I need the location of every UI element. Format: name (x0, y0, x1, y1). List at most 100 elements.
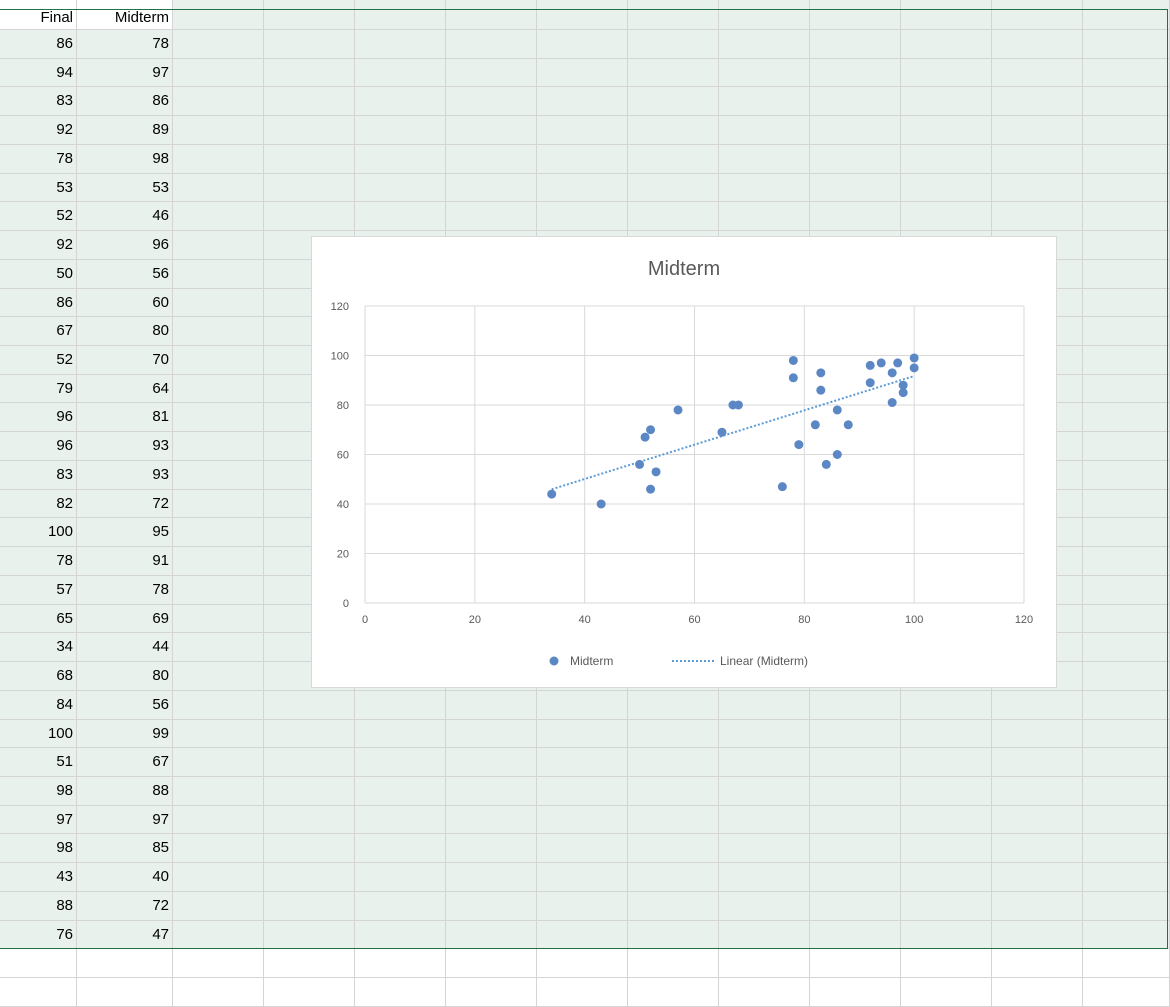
table-cell[interactable] (1083, 173, 1170, 203)
table-cell[interactable] (992, 173, 1083, 203)
table-cell[interactable] (446, 116, 537, 145)
table-cell[interactable] (355, 202, 446, 232)
empty-cell[interactable] (264, 949, 355, 979)
table-cell[interactable] (719, 891, 810, 921)
table-cell[interactable] (264, 87, 355, 117)
header-cell-empty[interactable] (992, 0, 1083, 30)
table-cell[interactable] (264, 58, 355, 88)
empty-cell[interactable] (173, 949, 264, 979)
table-cell[interactable] (355, 87, 446, 117)
table-cell[interactable] (992, 690, 1083, 720)
table-cell[interactable] (810, 719, 901, 749)
table-cell[interactable] (355, 891, 446, 921)
table-cell[interactable] (355, 30, 446, 59)
table-cell[interactable] (719, 87, 810, 117)
table-cell[interactable] (264, 116, 355, 145)
table-cell[interactable] (173, 805, 264, 835)
table-cell[interactable] (173, 489, 264, 519)
table-cell[interactable] (719, 690, 810, 720)
empty-cell[interactable] (77, 978, 173, 1007)
table-cell[interactable] (173, 116, 264, 145)
table-cell[interactable] (1083, 920, 1170, 950)
table-cell[interactable] (628, 748, 719, 777)
table-cell[interactable] (810, 920, 901, 950)
empty-cell[interactable] (719, 978, 810, 1007)
table-cell[interactable] (628, 690, 719, 720)
table-cell[interactable] (264, 834, 355, 864)
table-cell[interactable] (901, 748, 992, 777)
table-cell[interactable] (1083, 719, 1170, 749)
empty-cell[interactable] (628, 978, 719, 1007)
table-cell[interactable] (1083, 374, 1170, 404)
table-cell[interactable] (901, 891, 992, 921)
table-cell[interactable] (537, 805, 628, 835)
table-cell[interactable] (355, 719, 446, 749)
table-cell[interactable] (901, 144, 992, 174)
table-cell[interactable] (264, 144, 355, 174)
empty-cell[interactable] (264, 978, 355, 1007)
table-cell[interactable] (446, 690, 537, 720)
table-cell[interactable] (1083, 346, 1170, 375)
header-cell-empty[interactable] (719, 0, 810, 30)
table-cell[interactable] (264, 719, 355, 749)
table-cell[interactable] (992, 116, 1083, 145)
empty-cell[interactable] (537, 949, 628, 979)
table-cell[interactable] (264, 173, 355, 203)
table-cell[interactable] (1083, 317, 1170, 347)
table-cell[interactable] (628, 58, 719, 88)
table-cell[interactable] (628, 144, 719, 174)
table-cell[interactable] (1083, 288, 1170, 318)
table-cell[interactable] (810, 834, 901, 864)
empty-cell[interactable] (0, 949, 77, 979)
table-cell[interactable] (1083, 633, 1170, 663)
table-cell[interactable] (173, 87, 264, 117)
table-cell[interactable] (355, 748, 446, 777)
empty-cell[interactable] (1083, 978, 1170, 1007)
table-cell[interactable] (173, 144, 264, 174)
table-cell[interactable] (446, 834, 537, 864)
table-cell[interactable] (901, 58, 992, 88)
table-cell[interactable] (537, 863, 628, 892)
table-cell[interactable] (628, 805, 719, 835)
table-cell[interactable] (719, 144, 810, 174)
table-cell[interactable] (446, 87, 537, 117)
table-cell[interactable] (446, 920, 537, 950)
empty-cell[interactable] (628, 949, 719, 979)
table-cell[interactable] (446, 776, 537, 806)
table-cell[interactable] (992, 891, 1083, 921)
table-cell[interactable] (264, 748, 355, 777)
table-cell[interactable] (628, 87, 719, 117)
table-cell[interactable] (355, 116, 446, 145)
table-cell[interactable] (1083, 58, 1170, 88)
table-cell[interactable] (992, 920, 1083, 950)
header-cell-empty[interactable] (810, 0, 901, 30)
table-cell[interactable] (628, 30, 719, 59)
table-cell[interactable] (537, 116, 628, 145)
table-cell[interactable] (1083, 863, 1170, 892)
table-cell[interactable] (719, 58, 810, 88)
table-cell[interactable] (355, 173, 446, 203)
table-cell[interactable] (173, 317, 264, 347)
table-cell[interactable] (1083, 891, 1170, 921)
empty-cell[interactable] (355, 949, 446, 979)
table-cell[interactable] (992, 863, 1083, 892)
table-cell[interactable] (719, 116, 810, 145)
table-cell[interactable] (901, 116, 992, 145)
table-cell[interactable] (628, 776, 719, 806)
table-cell[interactable] (173, 604, 264, 634)
empty-cell[interactable] (1083, 949, 1170, 979)
table-cell[interactable] (173, 202, 264, 232)
empty-cell[interactable] (446, 978, 537, 1007)
table-cell[interactable] (901, 87, 992, 117)
table-cell[interactable] (1083, 834, 1170, 864)
table-cell[interactable] (719, 748, 810, 777)
scatter-chart[interactable]: Midterm 0 20 40 60 80 100 120 0 20 40 60 80 100 120 Mid… (311, 236, 1057, 688)
table-cell[interactable] (264, 776, 355, 806)
table-cell[interactable] (810, 863, 901, 892)
table-cell[interactable] (628, 863, 719, 892)
table-cell[interactable] (992, 30, 1083, 59)
table-cell[interactable] (1083, 604, 1170, 634)
table-cell[interactable] (810, 776, 901, 806)
header-cell-empty[interactable] (173, 0, 264, 30)
table-cell[interactable] (173, 662, 264, 691)
